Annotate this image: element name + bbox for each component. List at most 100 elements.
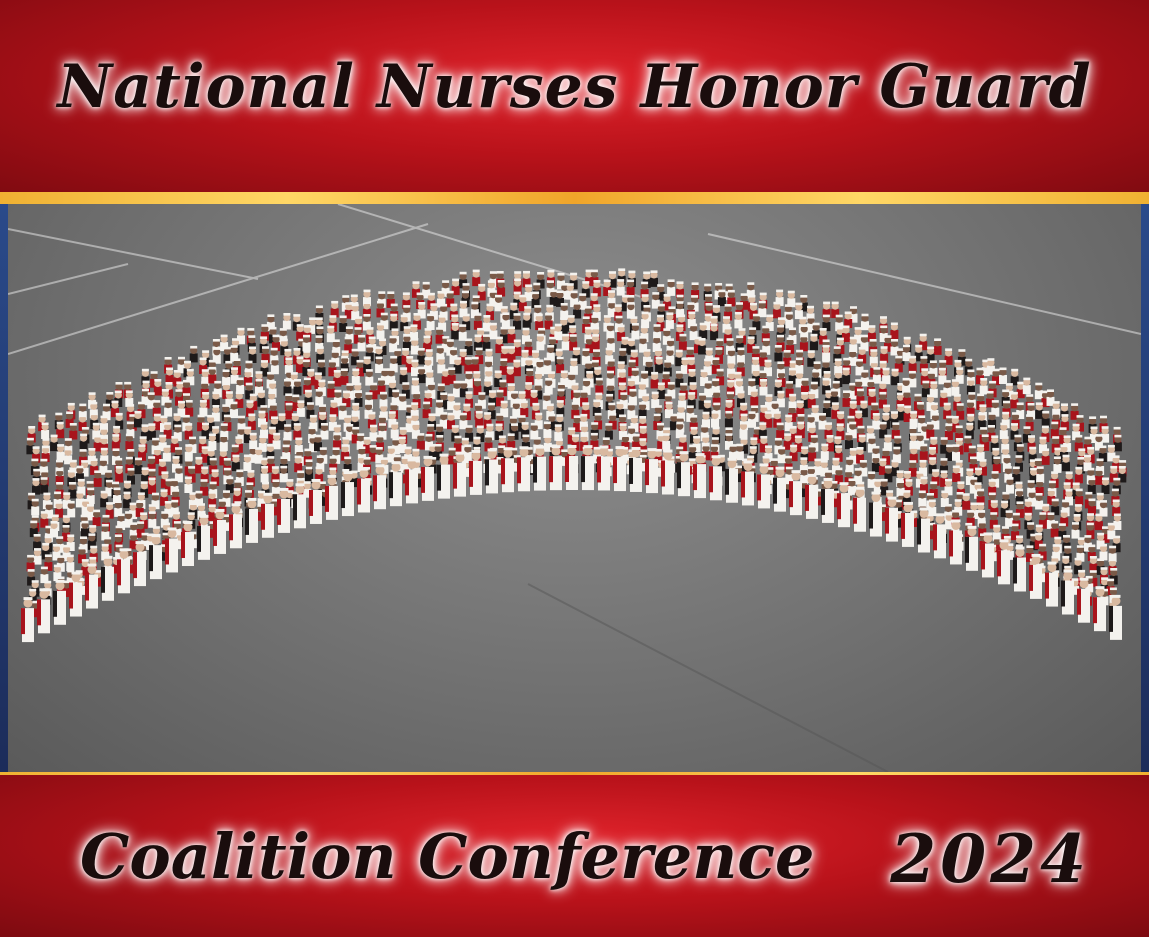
nurse-figure — [79, 433, 88, 451]
nurse-figure — [1041, 410, 1050, 428]
nurse-figure — [1095, 468, 1104, 485]
nurse-figure — [711, 411, 719, 428]
nurse-front-row — [1045, 561, 1058, 607]
nurse-front-row — [1093, 586, 1106, 632]
nurse-front-row — [517, 446, 530, 492]
nurse-figure — [302, 334, 311, 352]
nurse-figure — [650, 371, 659, 389]
nurse-figure — [230, 401, 238, 419]
nurse-figure — [153, 379, 162, 396]
blue-edge-left — [0, 204, 8, 772]
nurse-figure — [908, 355, 917, 373]
nurse-front-row — [1013, 546, 1026, 592]
nurse-figure — [92, 509, 101, 527]
nurse-figure — [698, 338, 707, 355]
nurse-figure — [134, 457, 143, 475]
nurse-figure — [556, 400, 565, 417]
nurse-figure — [272, 432, 281, 450]
group-photo — [8, 204, 1141, 772]
nurse-figure — [928, 499, 937, 516]
nurse-figure — [604, 423, 613, 440]
nurse-figure — [774, 345, 783, 362]
pavement-crack — [527, 583, 889, 772]
nurse-figure — [710, 323, 719, 341]
nurse-figure — [1062, 454, 1070, 472]
nurse-figure — [1034, 382, 1043, 400]
nurse-figure — [952, 465, 961, 482]
nurse-front-row — [181, 521, 194, 567]
nurse-figure — [257, 390, 266, 407]
nurse-figure — [458, 324, 467, 341]
nurse-figure — [40, 566, 49, 584]
nurse-figure — [909, 411, 918, 428]
nurse-figure — [340, 368, 349, 385]
nurse-figure — [1053, 456, 1062, 473]
nurse-front-row — [229, 503, 242, 549]
nurse-figure — [164, 400, 173, 417]
nurse-figure — [626, 279, 635, 296]
nurse-figure — [293, 423, 302, 440]
nurse-figure — [293, 379, 302, 396]
nurse-figure — [616, 279, 625, 296]
nurse-figure — [1041, 448, 1050, 465]
nurse-figure — [861, 313, 869, 331]
nurse-figure — [330, 400, 338, 417]
nurse-figure — [822, 344, 831, 362]
nurse-figure — [735, 443, 744, 461]
nurse-figure — [962, 493, 971, 510]
nurse-figure — [544, 378, 553, 395]
top-banner: National Nurses Honor Guard — [0, 0, 1149, 200]
nurse-figure — [411, 359, 419, 377]
nurse-figure — [270, 357, 279, 375]
nurse-front-row — [709, 455, 722, 501]
nurse-figure — [399, 367, 408, 384]
nurse-figure — [56, 444, 65, 461]
nurse-figure — [464, 357, 473, 374]
nurse-front-row — [325, 474, 338, 520]
nurse-front-row — [869, 491, 882, 537]
nurse-figure — [842, 367, 851, 385]
nurse-figure — [966, 378, 975, 395]
nurse-figure — [26, 554, 35, 572]
nurse-figure — [33, 548, 42, 565]
nurse-figure — [512, 401, 521, 418]
nurse-figure — [283, 378, 292, 396]
nurse-figure — [111, 434, 120, 451]
nurse-figure — [497, 280, 506, 297]
nurse-figure — [880, 346, 889, 363]
nurse-figure — [473, 313, 482, 330]
nurse-figure — [794, 302, 803, 320]
nurse-figure — [231, 454, 240, 472]
nurse-figure — [999, 367, 1007, 384]
nurse-front-row — [309, 478, 322, 524]
nurse-figure — [727, 289, 736, 307]
nurse-figure — [785, 311, 794, 329]
nurse-figure — [1035, 402, 1044, 419]
nurse-figure — [842, 390, 851, 407]
nurse-figure — [750, 389, 759, 406]
nurse-figure — [512, 359, 521, 377]
crowd-illustration — [8, 204, 1141, 772]
nurse-figure — [535, 313, 544, 331]
nurse-figure — [890, 322, 899, 339]
nurse-figure — [631, 323, 640, 340]
nurse-figure — [554, 424, 563, 441]
nurse-figure — [67, 500, 76, 518]
banner-title: National Nurses Honor Guard — [57, 52, 1092, 122]
nurse-figure — [390, 421, 399, 439]
nurse-figure — [248, 346, 257, 363]
nurse-figure — [40, 477, 49, 494]
nurse-figure — [1050, 421, 1059, 439]
nurse-figure — [926, 421, 935, 439]
nurse-figure — [772, 301, 781, 319]
nurse-figure — [595, 377, 604, 395]
nurse-figure — [93, 470, 102, 487]
nurse-figure — [426, 313, 435, 330]
nurse-figure — [1089, 556, 1098, 573]
nurse-front-row — [357, 467, 370, 513]
nurse-figure — [976, 444, 985, 461]
nurse-figure — [662, 433, 671, 450]
nurse-figure — [810, 333, 818, 351]
nurse-figure — [776, 422, 785, 440]
nurse-figure — [1022, 377, 1031, 395]
